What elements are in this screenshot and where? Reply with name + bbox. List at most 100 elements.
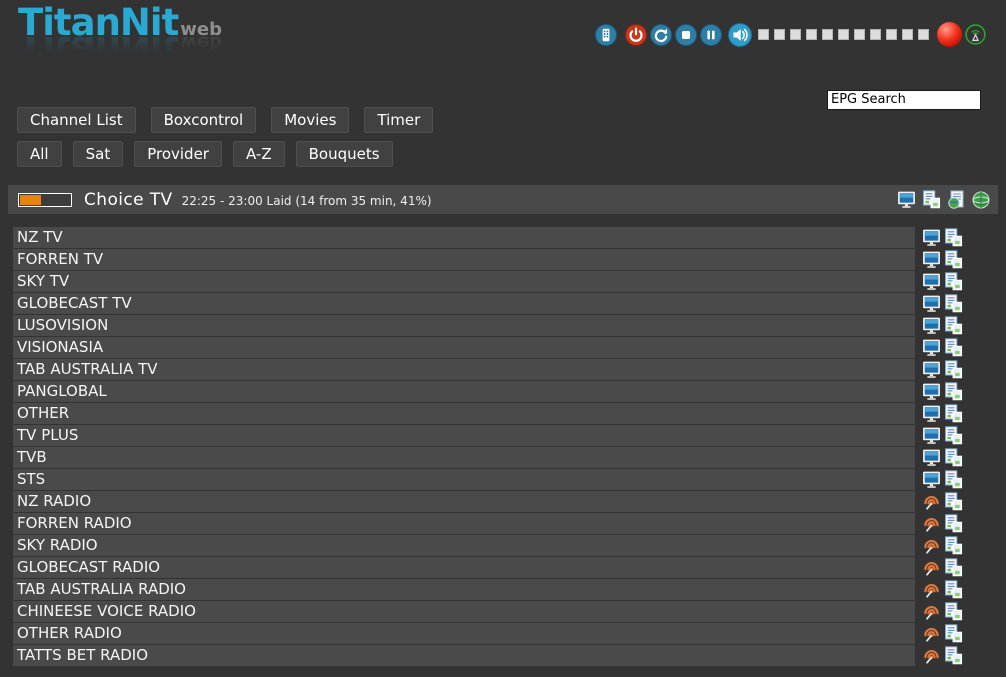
epg-button[interactable] bbox=[944, 646, 963, 665]
epg-button[interactable] bbox=[944, 514, 963, 533]
epg-button[interactable] bbox=[944, 492, 963, 511]
channel-name[interactable]: TAB AUSTRALIA RADIO bbox=[13, 579, 915, 600]
zap-radio-button[interactable] bbox=[922, 492, 941, 511]
channel-name[interactable]: PANGLOBAL bbox=[13, 381, 915, 402]
epg-button[interactable] bbox=[944, 404, 963, 423]
epg-button[interactable] bbox=[944, 536, 963, 555]
epg-button[interactable] bbox=[944, 426, 963, 445]
channel-row[interactable]: NZ TV bbox=[13, 227, 963, 248]
channel-name[interactable]: GLOBECAST RADIO bbox=[13, 557, 915, 578]
tab-movies[interactable]: Movies bbox=[271, 107, 349, 133]
epg-button[interactable] bbox=[944, 382, 963, 401]
zap-tv-button[interactable] bbox=[922, 470, 941, 489]
channel-name[interactable]: FORREN TV bbox=[13, 249, 915, 270]
filter-provider[interactable]: Provider bbox=[134, 141, 222, 167]
epg-button[interactable] bbox=[944, 360, 963, 379]
channel-row[interactable]: LUSOVISION bbox=[13, 315, 963, 336]
channel-row[interactable]: TAB AUSTRALIA TV bbox=[13, 359, 963, 380]
channel-name[interactable]: STS bbox=[13, 469, 915, 490]
zap-radio-button[interactable] bbox=[922, 514, 941, 533]
zap-radio-button[interactable] bbox=[922, 602, 941, 621]
channel-row[interactable]: OTHER bbox=[13, 403, 963, 424]
epg-button[interactable] bbox=[944, 228, 963, 247]
channel-row[interactable]: FORREN TV bbox=[13, 249, 963, 270]
zap-tv-button[interactable] bbox=[922, 316, 941, 335]
channel-name[interactable]: OTHER bbox=[13, 403, 915, 424]
zap-radio-button[interactable] bbox=[922, 580, 941, 599]
zap-tv-button[interactable] bbox=[922, 272, 941, 291]
tab-boxcontrol[interactable]: Boxcontrol bbox=[151, 107, 257, 133]
channel-name[interactable]: TATTS BET RADIO bbox=[13, 645, 915, 666]
volume-step[interactable] bbox=[822, 29, 833, 40]
epg-button[interactable] bbox=[944, 602, 963, 621]
channel-row[interactable]: OTHER RADIO bbox=[13, 623, 963, 644]
channel-name[interactable]: TV PLUS bbox=[13, 425, 915, 446]
channel-row[interactable]: STS bbox=[13, 469, 963, 490]
epg-web-button[interactable] bbox=[945, 189, 967, 211]
channel-row[interactable]: GLOBECAST RADIO bbox=[13, 557, 963, 578]
volume-step[interactable] bbox=[790, 29, 801, 40]
zap-tv-button[interactable] bbox=[922, 448, 941, 467]
channel-name[interactable]: NZ RADIO bbox=[13, 491, 915, 512]
zap-tv-button[interactable] bbox=[922, 360, 941, 379]
channel-row[interactable]: NZ RADIO bbox=[13, 491, 963, 512]
epg-button[interactable] bbox=[944, 448, 963, 467]
filter-sat[interactable]: Sat bbox=[73, 141, 124, 167]
epg-button[interactable] bbox=[944, 624, 963, 643]
epg-button[interactable] bbox=[944, 558, 963, 577]
zap-tv-button[interactable] bbox=[922, 228, 941, 247]
channel-name[interactable]: VISIONASIA bbox=[13, 337, 915, 358]
zap-radio-button[interactable] bbox=[922, 536, 941, 555]
channel-name[interactable]: CHINEESE VOICE RADIO bbox=[13, 601, 915, 622]
filter-a-z[interactable]: A-Z bbox=[233, 141, 285, 167]
zap-radio-button[interactable] bbox=[922, 624, 941, 643]
stream-web-button[interactable] bbox=[970, 189, 992, 211]
volume-step[interactable] bbox=[902, 29, 913, 40]
channel-name[interactable]: GLOBECAST TV bbox=[13, 293, 915, 314]
channel-row[interactable]: GLOBECAST TV bbox=[13, 293, 963, 314]
stream-button[interactable] bbox=[965, 24, 986, 45]
channel-row[interactable]: SKY TV bbox=[13, 271, 963, 292]
channel-row[interactable]: FORREN RADIO bbox=[13, 513, 963, 534]
volume-step[interactable] bbox=[918, 29, 929, 40]
zap-tv-button[interactable] bbox=[922, 294, 941, 313]
channel-name[interactable]: TAB AUSTRALIA TV bbox=[13, 359, 915, 380]
power-button[interactable] bbox=[625, 24, 647, 46]
volume-step[interactable] bbox=[838, 29, 849, 40]
channel-name[interactable]: SKY TV bbox=[13, 271, 915, 292]
channel-name[interactable]: OTHER RADIO bbox=[13, 623, 915, 644]
zap-tv-button[interactable] bbox=[922, 338, 941, 357]
epg-button[interactable] bbox=[944, 294, 963, 313]
volume-step[interactable] bbox=[806, 29, 817, 40]
filter-bouquets[interactable]: Bouquets bbox=[296, 141, 393, 167]
remote-control-button[interactable] bbox=[595, 24, 617, 46]
channel-row[interactable]: TVB bbox=[13, 447, 963, 468]
volume-step[interactable] bbox=[886, 29, 897, 40]
epg-button[interactable] bbox=[944, 338, 963, 357]
pause-button[interactable] bbox=[700, 24, 722, 46]
zap-tv-button[interactable] bbox=[922, 404, 941, 423]
channel-name[interactable]: FORREN RADIO bbox=[13, 513, 915, 534]
channel-row[interactable]: CHINEESE VOICE RADIO bbox=[13, 601, 963, 622]
stop-button[interactable] bbox=[675, 24, 697, 46]
epg-button[interactable] bbox=[920, 189, 942, 211]
zap-tv-button[interactable] bbox=[895, 189, 917, 211]
epg-button[interactable] bbox=[944, 272, 963, 291]
restart-button[interactable] bbox=[650, 24, 672, 46]
volume-step[interactable] bbox=[758, 29, 769, 40]
epg-search-input[interactable] bbox=[827, 90, 981, 110]
volume-mute-button[interactable] bbox=[728, 23, 752, 47]
filter-all[interactable]: All bbox=[17, 141, 62, 167]
channel-name[interactable]: TVB bbox=[13, 447, 915, 468]
channel-row[interactable]: PANGLOBAL bbox=[13, 381, 963, 402]
record-indicator-icon[interactable] bbox=[937, 22, 962, 47]
channel-row[interactable]: TATTS BET RADIO bbox=[13, 645, 963, 666]
epg-button[interactable] bbox=[944, 580, 963, 599]
channel-row[interactable]: TAB AUSTRALIA RADIO bbox=[13, 579, 963, 600]
zap-radio-button[interactable] bbox=[922, 646, 941, 665]
tab-timer[interactable]: Timer bbox=[364, 107, 433, 133]
volume-step[interactable] bbox=[774, 29, 785, 40]
tab-channel-list[interactable]: Channel List bbox=[17, 107, 136, 133]
epg-button[interactable] bbox=[944, 470, 963, 489]
channel-row[interactable]: VISIONASIA bbox=[13, 337, 963, 358]
